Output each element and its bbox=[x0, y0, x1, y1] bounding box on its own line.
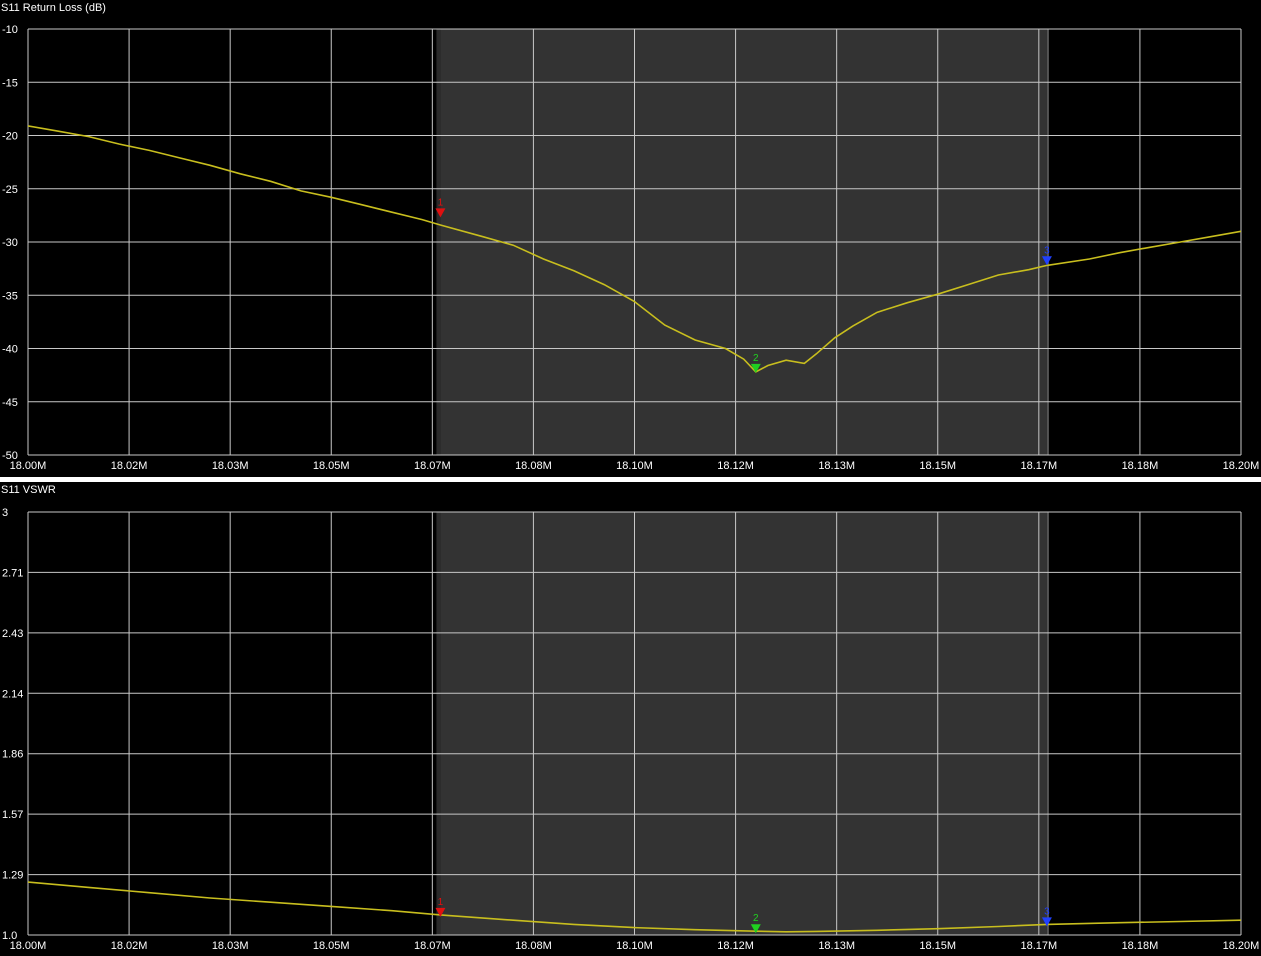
y-tick-label: 3 bbox=[2, 507, 8, 519]
marker-2-label: 2 bbox=[753, 913, 759, 924]
y-tick-label: 1.29 bbox=[2, 870, 23, 882]
marker-1-label: 1 bbox=[438, 197, 444, 208]
x-tick-label: 18.17M bbox=[1020, 940, 1057, 952]
x-tick-label: 18.15M bbox=[919, 940, 956, 952]
y-tick-label: -40 bbox=[2, 344, 18, 356]
x-tick-label: 18.13M bbox=[818, 460, 855, 472]
x-tick-label: 18.07M bbox=[414, 460, 451, 472]
x-tick-label: 18.03M bbox=[212, 940, 249, 952]
x-tick-label: 18.12M bbox=[717, 940, 754, 952]
x-tick-label: 18.18M bbox=[1122, 460, 1159, 472]
vswr-panel: S11 VSWR 18.00M 18.02M 18.03M 18.05M 18.07M 1… bbox=[0, 482, 1261, 956]
x-tick-label: 18.20M bbox=[1223, 940, 1260, 952]
marker-3-label: 3 bbox=[1044, 245, 1050, 256]
x-tick-label: 18.02M bbox=[111, 940, 148, 952]
vswr-chart: 18.00M 18.02M 18.03M 18.05M 18.07M 18.08M 18.1… bbox=[2, 507, 1260, 952]
y-tick-label: 1.0 bbox=[2, 930, 17, 942]
y-tick-label: -25 bbox=[2, 184, 18, 196]
marker-span-shading bbox=[440, 512, 1047, 935]
x-tick-label: 18.17M bbox=[1020, 460, 1057, 472]
x-tick-label: 18.20M bbox=[1223, 460, 1260, 472]
marker-2-label: 2 bbox=[753, 353, 759, 364]
y-tick-label: -35 bbox=[2, 290, 18, 302]
y-tick-label: 1.86 bbox=[2, 749, 23, 761]
y-tick-label: 1.57 bbox=[2, 809, 23, 821]
marker-1-label: 1 bbox=[438, 897, 444, 908]
x-tick-label: 18.05M bbox=[313, 940, 350, 952]
x-tick-label: 18.15M bbox=[919, 460, 956, 472]
y-tick-label: -50 bbox=[2, 450, 18, 462]
y-tick-label: 2.43 bbox=[2, 628, 23, 640]
x-tick-label: 18.08M bbox=[515, 460, 552, 472]
x-tick-label: 18.18M bbox=[1122, 940, 1159, 952]
marker-3-label: 3 bbox=[1044, 906, 1050, 917]
x-tick-label: 18.10M bbox=[616, 940, 653, 952]
x-tick-label: 18.02M bbox=[111, 460, 148, 472]
return-loss-chart: 18.00M 18.02M 18.03M 18.05M 18.07M 18.08M 18.1… bbox=[2, 24, 1260, 472]
x-tick-label: 18.03M bbox=[212, 460, 249, 472]
x-tick-label: 18.05M bbox=[313, 460, 350, 472]
x-tick-label: 18.13M bbox=[818, 940, 855, 952]
y-tick-label: -10 bbox=[2, 24, 18, 36]
y-tick-label: -30 bbox=[2, 237, 18, 249]
y-tick-label: -45 bbox=[2, 397, 18, 409]
x-tick-label: 18.07M bbox=[414, 940, 451, 952]
x-tick-label: 18.10M bbox=[616, 460, 653, 472]
y-tick-label: 2.71 bbox=[2, 567, 23, 579]
x-tick-label: 18.12M bbox=[717, 460, 754, 472]
x-tick-label: 18.08M bbox=[515, 940, 552, 952]
return-loss-panel: S11 Return Loss (dB) 18.00M 18.02M 18.03M 1… bbox=[0, 0, 1261, 477]
y-tick-label: -20 bbox=[2, 131, 18, 143]
y-tick-label: -15 bbox=[2, 77, 18, 89]
y-tick-label: 2.14 bbox=[2, 688, 23, 700]
